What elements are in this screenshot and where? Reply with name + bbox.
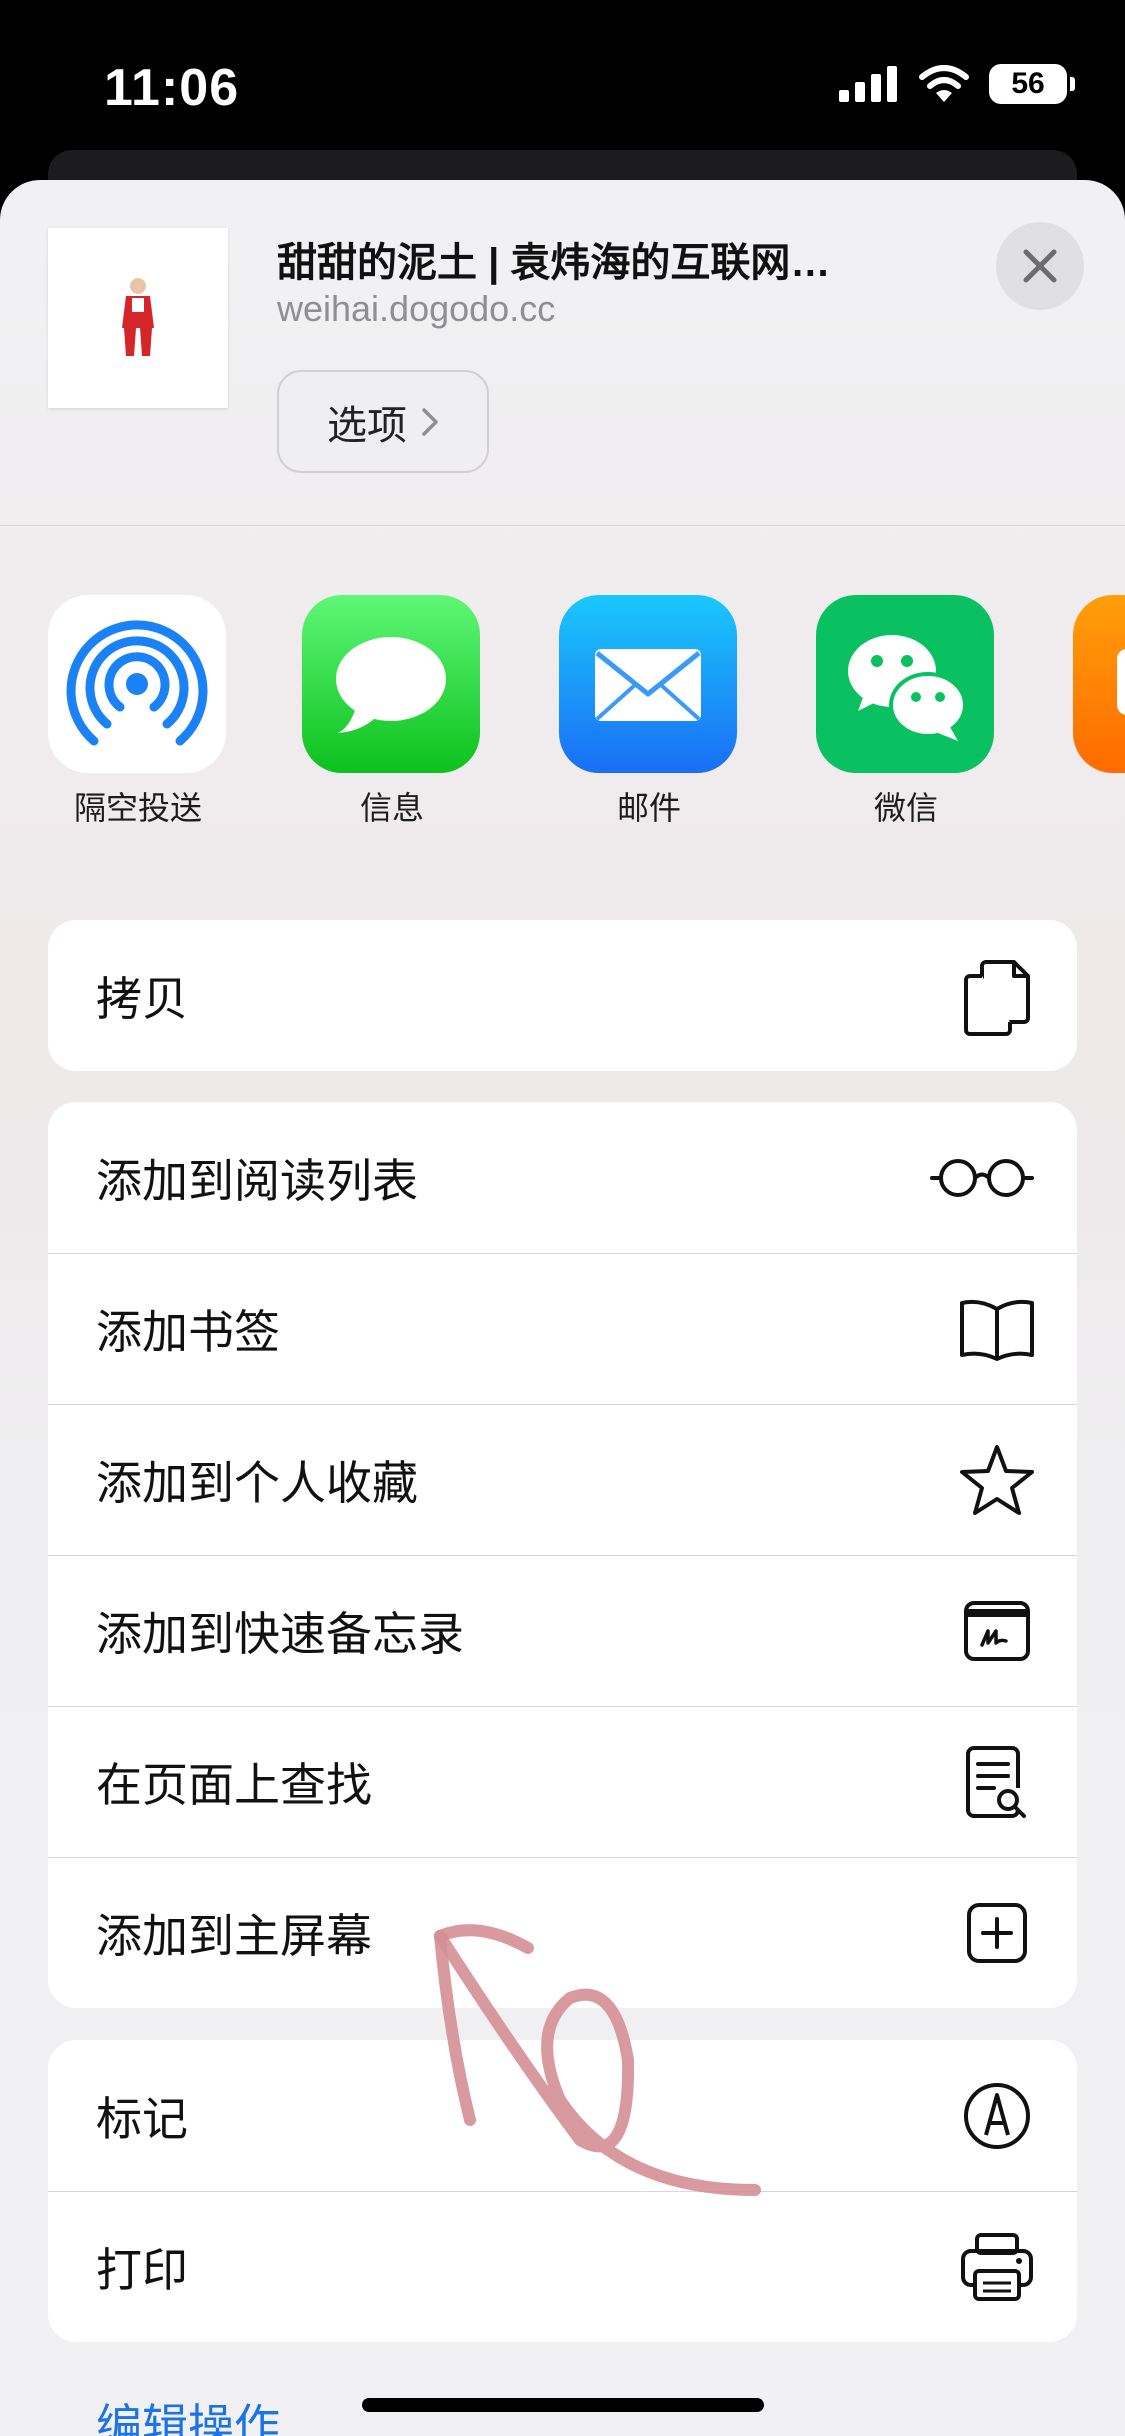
share-app-label: 隔空投送 bbox=[73, 790, 202, 826]
markup-icon bbox=[957, 2076, 1037, 2156]
status-icons: 56 bbox=[839, 64, 1075, 104]
share-sheet: 甜甜的泥土 | 袁炜海的互联网… weihai.dogodo.cc 选项 隔空投… bbox=[0, 180, 1125, 2436]
action-print[interactable]: 打印 bbox=[48, 2191, 1077, 2342]
action-label: 添加到个人收藏 bbox=[96, 1457, 418, 1509]
action-label: 打印 bbox=[96, 2244, 188, 2296]
chevron-right-icon bbox=[422, 407, 438, 436]
status-bar: 11:06 56 bbox=[0, 0, 1125, 175]
share-app-label: 邮件 bbox=[616, 790, 681, 826]
page-thumbnail bbox=[48, 228, 228, 408]
options-button[interactable]: 选项 bbox=[277, 370, 489, 473]
action-label: 在页面上查找 bbox=[96, 1759, 372, 1811]
action-label: 添加到快速备忘录 bbox=[96, 1608, 464, 1660]
share-apps-row: 隔空投送 信息 邮件 微信 bbox=[0, 595, 1125, 835]
share-app-label: 微信 bbox=[873, 790, 938, 826]
mail-icon bbox=[559, 595, 737, 773]
action-label: 添加书签 bbox=[96, 1306, 280, 1358]
action-add-to-home-screen[interactable]: 添加到主屏幕 bbox=[48, 1857, 1077, 2008]
share-app-wechat[interactable]: 微信 bbox=[816, 595, 996, 829]
other-actions-group: 标记 打印 bbox=[48, 2040, 1077, 2342]
action-add-to-reading-list[interactable]: 添加到阅读列表 bbox=[48, 1102, 1077, 1253]
actions-group: 添加到阅读列表 添加书签 添加到个人收藏 添加到快速备忘录 在页面上查找 添加到… bbox=[48, 1102, 1077, 2008]
wechat-icon bbox=[816, 595, 994, 773]
action-find-on-page[interactable]: 在页面上查找 bbox=[48, 1706, 1077, 1857]
find-on-page-icon bbox=[957, 1742, 1037, 1822]
close-icon bbox=[1023, 249, 1057, 283]
printer-icon bbox=[957, 2227, 1037, 2307]
action-add-to-quick-note[interactable]: 添加到快速备忘录 bbox=[48, 1555, 1077, 1706]
app-icon bbox=[1073, 595, 1125, 773]
action-label: 拷贝 bbox=[96, 972, 188, 1025]
airdrop-icon bbox=[48, 595, 226, 773]
battery-indicator: 56 bbox=[989, 64, 1075, 104]
share-app-partial[interactable] bbox=[1073, 595, 1125, 773]
copy-group: 拷贝 bbox=[48, 920, 1077, 1071]
options-label: 选项 bbox=[327, 403, 407, 448]
share-app-airdrop[interactable]: 隔空投送 bbox=[48, 595, 228, 829]
close-button[interactable] bbox=[996, 222, 1084, 310]
action-label: 添加到阅读列表 bbox=[96, 1154, 418, 1207]
edit-actions-link[interactable]: 编辑操作... bbox=[96, 2390, 318, 2436]
share-app-mail[interactable]: 邮件 bbox=[559, 595, 739, 829]
action-add-to-favorites[interactable]: 添加到个人收藏 bbox=[48, 1404, 1077, 1555]
action-label: 标记 bbox=[96, 2092, 188, 2145]
home-indicator bbox=[362, 2398, 764, 2412]
share-app-messages[interactable]: 信息 bbox=[302, 595, 482, 829]
wifi-icon bbox=[919, 65, 969, 102]
glasses-icon bbox=[927, 1138, 1037, 1218]
cellular-signal-icon bbox=[839, 66, 897, 102]
book-icon bbox=[957, 1289, 1037, 1369]
status-time: 11:06 bbox=[104, 59, 240, 117]
page-url: weihai.dogodo.cc bbox=[277, 288, 556, 329]
copy-icon bbox=[957, 956, 1037, 1036]
share-app-label: 信息 bbox=[359, 790, 424, 826]
action-markup[interactable]: 标记 bbox=[48, 2040, 1077, 2191]
page-title: 甜甜的泥土 | 袁炜海的互联网… bbox=[277, 241, 831, 285]
action-add-bookmark[interactable]: 添加书签 bbox=[48, 1253, 1077, 1404]
action-label: 添加到主屏幕 bbox=[96, 1910, 372, 1962]
action-copy[interactable]: 拷贝 bbox=[48, 920, 1077, 1071]
quick-note-icon bbox=[957, 1591, 1037, 1671]
add-square-icon bbox=[957, 1893, 1037, 1973]
star-icon bbox=[957, 1440, 1037, 1520]
messages-icon bbox=[302, 595, 480, 773]
share-sheet-header: 甜甜的泥土 | 袁炜海的互联网… weihai.dogodo.cc 选项 bbox=[0, 180, 1125, 526]
